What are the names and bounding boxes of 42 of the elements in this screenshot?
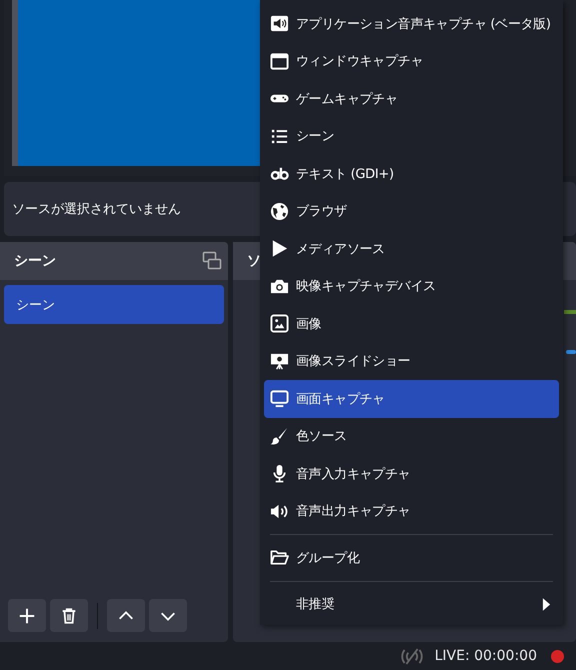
menu-item[interactable]: 音声出力キャプチャ <box>264 492 559 530</box>
slideshow-icon <box>270 352 289 371</box>
menu-item[interactable]: ゲームキャプチャ <box>264 80 559 118</box>
menu-item[interactable]: メディアソース <box>264 230 559 268</box>
menu-item[interactable]: 音声入力キャプチャ <box>264 455 559 492</box>
play-icon <box>270 239 289 258</box>
menu-item[interactable]: 映像キャプチャデバイス <box>264 268 559 305</box>
remove-button[interactable] <box>50 599 88 632</box>
menu-item[interactable]: ブラウザ <box>264 192 559 230</box>
recording-dot-icon <box>551 650 564 662</box>
menu-item[interactable]: シーン <box>264 118 559 155</box>
mixer-bar <box>566 350 576 354</box>
add-button[interactable] <box>8 599 46 632</box>
monitor-icon <box>270 389 289 408</box>
menu-item[interactable]: 画像 <box>264 305 559 342</box>
menu-item[interactable]: 画面キャプチャ <box>264 380 559 418</box>
menu-item[interactable]: グループ化 <box>264 539 559 576</box>
menu-item[interactable]: 色ソース <box>264 418 559 455</box>
submenu-arrow-icon <box>542 598 551 611</box>
scene-item[interactable]: シーン <box>4 285 224 324</box>
folder-icon <box>270 548 289 568</box>
window-icon <box>270 52 289 71</box>
speaker-icon <box>270 14 289 34</box>
menu-item[interactable]: 非推奨 <box>264 586 559 623</box>
menu-item[interactable]: ウィンドウキャプチャ <box>264 42 559 80</box>
menu-item[interactable]: アプリケーション音声キャプチャ (ベータ版) <box>264 5 559 42</box>
menu-item[interactable]: テキスト (GDI+) <box>264 155 559 192</box>
menu-item[interactable]: 画像スライドショー <box>264 342 559 380</box>
brush-icon <box>270 426 289 446</box>
audio-meter <box>564 310 576 314</box>
image-icon <box>270 314 289 334</box>
globe-icon <box>270 202 289 221</box>
plus-icon <box>18 606 36 624</box>
trash-icon <box>60 606 78 624</box>
undock-icon[interactable] <box>202 251 222 271</box>
move-up-button[interactable] <box>107 599 145 632</box>
panel-title: シーン <box>14 252 56 270</box>
move-down-button[interactable] <box>149 599 187 632</box>
live-timer: LIVE: 00:00:00 <box>434 648 537 664</box>
panel-title: ソ <box>247 252 261 270</box>
no-signal-icon <box>398 646 425 666</box>
source-status-text: ソースが選択されていません <box>12 201 181 218</box>
